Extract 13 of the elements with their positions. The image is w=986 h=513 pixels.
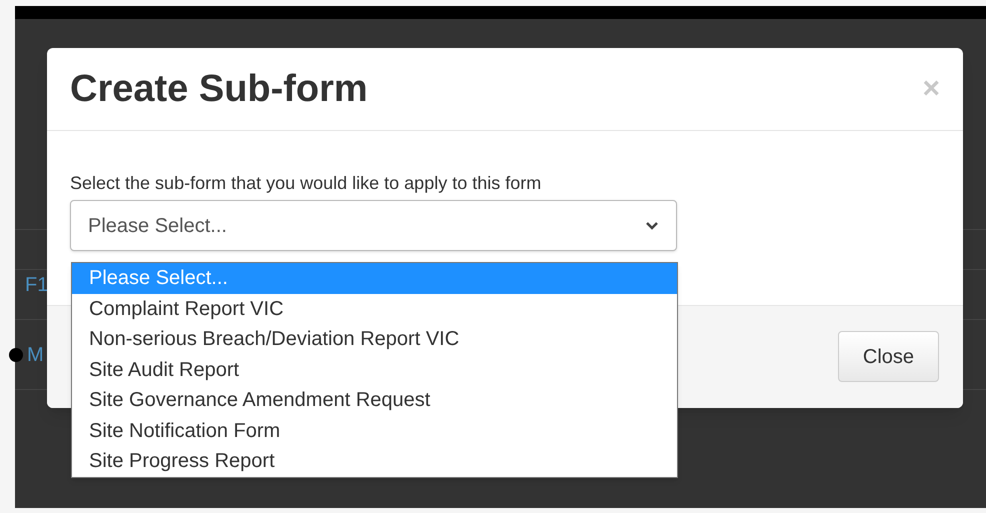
field-label: Select the sub-form that you would like to apply to this form — [70, 172, 542, 195]
chevron-down-icon — [645, 220, 659, 230]
link-text[interactable]: F1 — [25, 270, 48, 300]
link-text[interactable]: M — [27, 340, 44, 370]
select-field[interactable]: Please Select... — [70, 200, 677, 251]
dialog-title: Create Sub-form — [70, 66, 368, 112]
dropdown-option[interactable]: Site Governance Amendment Request — [72, 385, 677, 416]
dropdown-option[interactable]: Non-serious Breach/Deviation Report VIC — [72, 324, 677, 354]
dropdown-option[interactable]: Site Audit Report — [72, 354, 677, 385]
dropdown-option[interactable]: Complaint Report VIC — [72, 294, 677, 324]
dropdown-option[interactable]: Site Notification Form — [72, 416, 677, 446]
dropdown-option[interactable]: Site Progress Report — [72, 446, 677, 476]
close-button[interactable]: Close — [838, 331, 939, 382]
